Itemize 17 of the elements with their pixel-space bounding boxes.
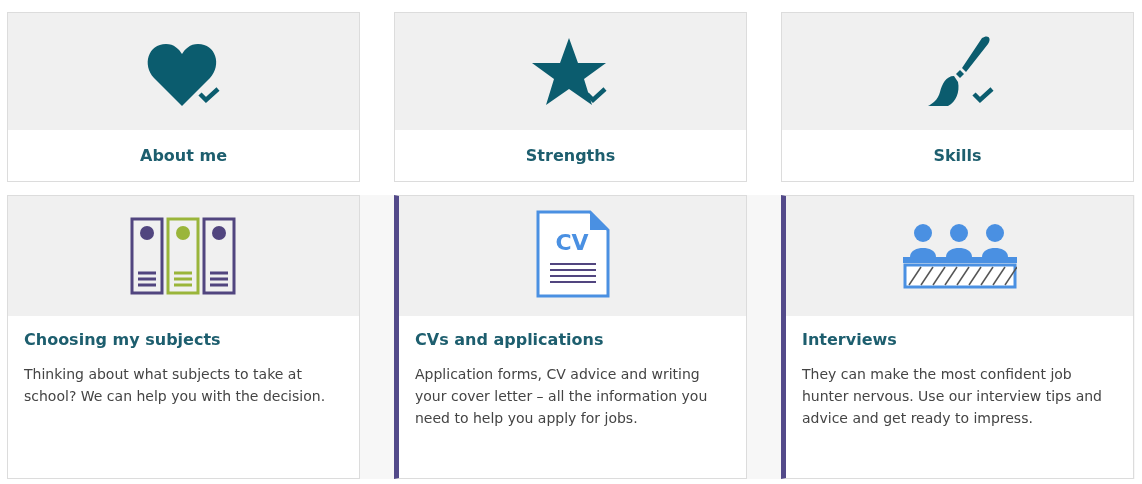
card-description: Application forms, CV advice and writing your cover letter – all the information you need to help you apply for jobs. <box>415 365 709 428</box>
tile-card[interactable]: About me <box>7 12 360 182</box>
tile-label: Strengths <box>525 146 616 165</box>
interview-panel-icon <box>902 223 1017 289</box>
tile-label: About me <box>140 146 227 165</box>
binders-icon <box>129 217 238 295</box>
topic-card[interactable]: Interviews They can make the most confident job hunter nervous. Use our interview tips and advice and get ready to impress. <box>781 195 1134 479</box>
tile-card[interactable]: Strengths <box>394 12 747 182</box>
tile-label: Skills <box>933 146 982 165</box>
tile-card[interactable]: Skills <box>781 12 1134 182</box>
topic-card[interactable]: CV CVs and applications Application forms, CV advice and writing your cover letter – all the information you need to help you apply for jobs. <box>394 195 747 479</box>
card-title: CVs and applications <box>415 330 605 349</box>
card-description: Thinking about what subjects to take at school? We can help you with the decision. <box>24 365 327 406</box>
card-description: They can make the most confident job hunter nervous. Use our interview tips and advice and get ready to impress. <box>802 365 1103 428</box>
card-title: Interviews <box>802 330 898 349</box>
topic-card[interactable]: Choosing my subjects Thinking about what subjects to take at school? We can help you with the decision. <box>7 195 360 479</box>
card-title: Choosing my subjects <box>24 330 222 349</box>
